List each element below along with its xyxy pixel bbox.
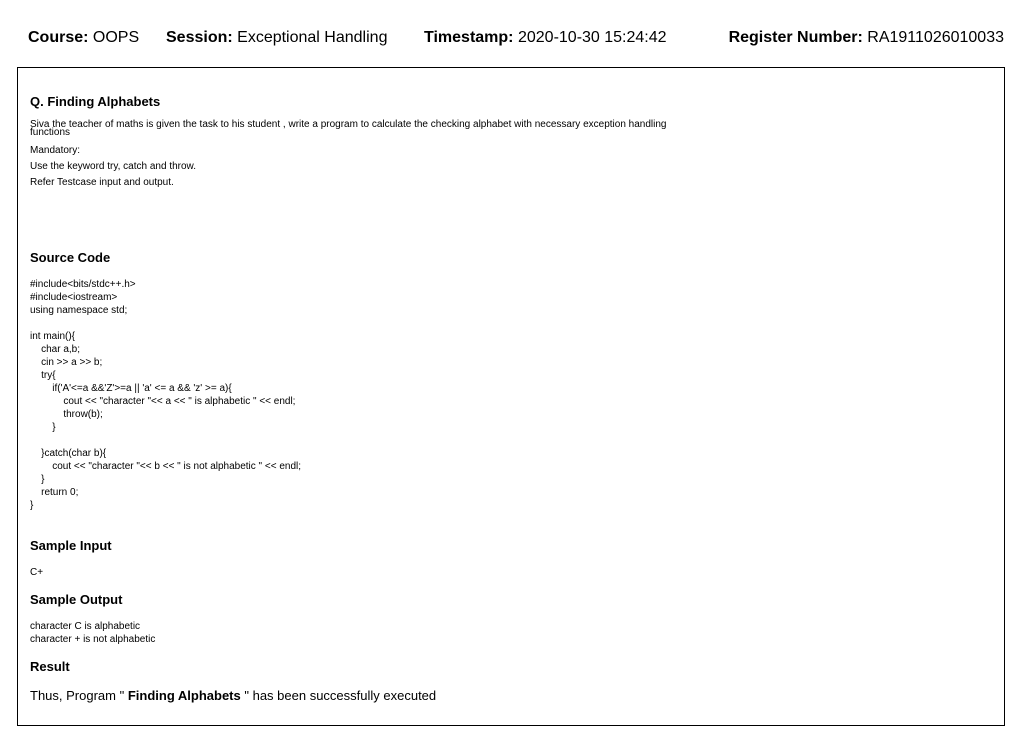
instruction-keywords: Use the keyword try, catch and throw. — [30, 161, 197, 172]
sample-output-line: character + is not alphabetic — [30, 634, 156, 645]
register-info: Register Number: RA1911026010033 — [729, 28, 1004, 48]
session-label: Session: — [166, 29, 233, 46]
result-text: Thus, Program " Finding Alphabets " has … — [30, 688, 436, 704]
sample-output-heading: Sample Output — [30, 592, 123, 607]
result-suffix: " has been successfully executed — [244, 688, 437, 703]
page-header: Course: OOPS Session: Exceptional Handli… — [0, 0, 1024, 66]
mandatory-label: Mandatory: — [30, 145, 81, 156]
result-program-name: Finding Alphabets — [127, 688, 241, 703]
session-info: Session: Exceptional Handling — [166, 28, 387, 48]
course-info: Course: OOPS — [28, 28, 139, 48]
source-code-block: #include<bits/stdc++.h> #include<iostrea… — [30, 279, 302, 511]
register-label: Register Number: — [728, 29, 863, 46]
question-description: Siva the teacher of maths is given the t… — [30, 119, 667, 138]
course-label: Course: — [28, 29, 89, 46]
result-prefix: Thus, Program " — [30, 688, 125, 703]
source-code-heading: Source Code — [30, 250, 111, 265]
report-frame: Q. Finding Alphabets Siva the teacher of… — [17, 67, 1005, 726]
register-value: RA1911026010033 — [867, 29, 1004, 46]
sample-input-text: C+ — [30, 567, 44, 578]
timestamp-label: Timestamp: — [424, 29, 514, 46]
course-value: OOPS — [92, 29, 140, 46]
timestamp-info: Timestamp: 2020-10-30 15:24:42 — [424, 28, 667, 48]
timestamp-value: 2020-10-30 15:24:42 — [517, 29, 667, 46]
sample-output-line: character C is alphabetic — [30, 621, 141, 632]
sample-input-heading: Sample Input — [30, 538, 112, 553]
question-title: Q. Finding Alphabets — [30, 94, 161, 109]
instruction-testcase: Refer Testcase input and output. — [30, 177, 174, 188]
session-value: Exceptional Handling — [237, 29, 388, 46]
result-heading: Result — [30, 659, 70, 674]
